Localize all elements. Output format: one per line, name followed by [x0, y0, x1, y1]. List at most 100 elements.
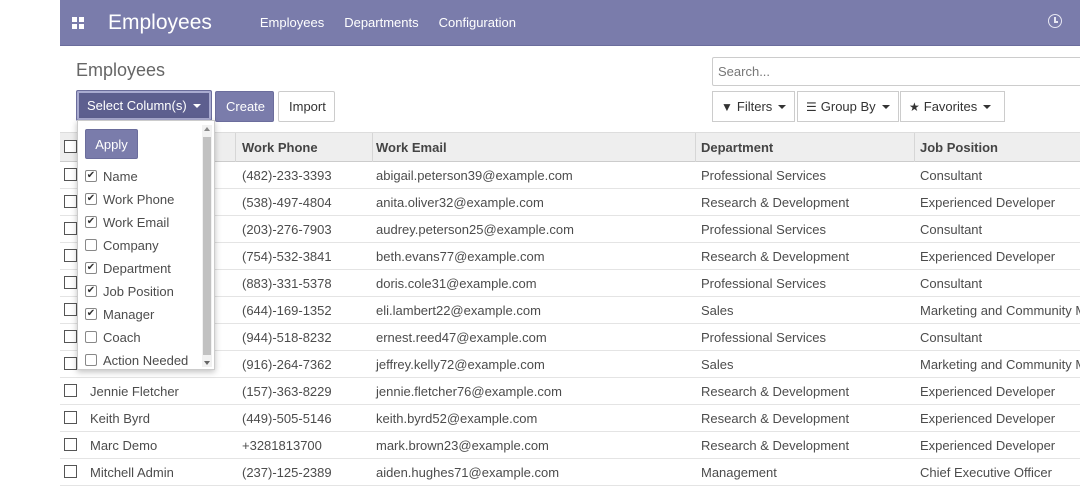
list-icon: ☰ — [806, 99, 817, 114]
checkbox-checked-icon[interactable]: ✔ — [85, 308, 97, 320]
header-job-position[interactable]: Job Position — [915, 133, 1080, 162]
cell-department: Research & Development — [701, 411, 850, 426]
cell-job-position: Experienced Developer — [920, 249, 1056, 264]
cell-work-email: aiden.hughes71@example.com — [376, 465, 560, 480]
search-input[interactable] — [712, 57, 1080, 86]
row-checkbox[interactable] — [64, 303, 77, 316]
cell-department: Professional Services — [701, 276, 826, 291]
row-checkbox[interactable] — [64, 357, 77, 370]
apps-menu-icon[interactable] — [60, 0, 96, 46]
cell-job-position: Experienced Developer — [920, 438, 1056, 453]
filters-button[interactable]: ▼ Filters — [712, 91, 795, 122]
row-checkbox[interactable] — [64, 222, 77, 235]
cell-job-position: Consultant — [920, 168, 983, 183]
header-work-email[interactable]: Work Email — [373, 133, 696, 162]
column-option[interactable]: ✔ Name — [85, 166, 138, 186]
select-all-checkbox[interactable] — [64, 140, 77, 153]
column-option[interactable]: ✔ Job Position — [85, 281, 174, 301]
row-checkbox[interactable] — [64, 465, 77, 478]
cell-work-email: keith.byrd52@example.com — [376, 411, 538, 426]
cell-work-email: eli.lambert22@example.com — [376, 303, 541, 318]
column-option[interactable]: ✔ Department — [85, 258, 171, 278]
row-checkbox[interactable] — [64, 411, 77, 424]
cell-name: Marc Demo — [90, 438, 158, 453]
table-row[interactable]: Keith Byrd (449)-505-5146 keith.byrd52@exa… — [60, 405, 1080, 432]
checkbox-checked-icon[interactable]: ✔ — [85, 170, 97, 182]
cell-work-phone: (538)-497-4804 — [242, 195, 332, 210]
cell-job-position: Marketing and Community M — [920, 303, 1080, 318]
row-checkbox[interactable] — [64, 384, 77, 397]
cell-work-email: ernest.reed47@example.com — [376, 330, 547, 345]
caret-down-icon — [778, 104, 787, 109]
checkbox-checked-icon[interactable]: ✔ — [85, 285, 97, 297]
row-checkbox[interactable] — [64, 438, 77, 451]
table-row[interactable]: Marc Demo +3281813700 mark.brown23@example… — [60, 432, 1080, 459]
column-option-label: Action Needed — [103, 352, 189, 368]
column-option[interactable]: Action Needed — [85, 350, 188, 370]
cell-work-email: audrey.peterson25@example.com — [376, 222, 574, 237]
select-columns-button[interactable]: Select Column(s) — [76, 90, 212, 121]
checkbox-unchecked-icon[interactable] — [85, 354, 97, 366]
cell-department: Research & Development — [701, 195, 850, 210]
select-columns-label: Select Column(s) — [87, 98, 187, 113]
cell-work-email: abigail.peterson39@example.com — [376, 168, 573, 183]
cell-name: Mitchell Admin — [90, 465, 174, 480]
column-option[interactable]: ✔ Manager — [85, 304, 154, 324]
menu-departments[interactable]: Departments — [344, 15, 418, 30]
column-option-label: Company — [103, 237, 159, 253]
cell-job-position: Experienced Developer — [920, 384, 1056, 399]
cell-job-position: Consultant — [920, 330, 983, 345]
checkbox-checked-icon[interactable]: ✔ — [85, 193, 97, 205]
checkbox-unchecked-icon[interactable] — [85, 239, 97, 251]
dropdown-scrollbar[interactable] — [202, 125, 212, 367]
cell-department: Professional Services — [701, 168, 826, 183]
cell-work-phone: (237)-125-2389 — [242, 465, 332, 480]
column-option[interactable]: Coach — [85, 327, 141, 347]
import-button[interactable]: Import — [278, 91, 335, 122]
create-button[interactable]: Create — [215, 91, 274, 122]
cell-department: Sales — [701, 303, 734, 318]
favorites-button[interactable]: ★ Favorites — [900, 91, 1005, 122]
scroll-up-icon[interactable] — [204, 127, 210, 131]
group-by-button[interactable]: ☰ Group By — [797, 91, 899, 122]
cell-work-phone: +3281813700 — [242, 438, 322, 453]
cell-department: Management — [701, 465, 777, 480]
checkbox-checked-icon[interactable]: ✔ — [85, 216, 97, 228]
table-row[interactable]: Jennie Fletcher (157)-363-8229 jennie.flet… — [60, 378, 1080, 405]
row-checkbox[interactable] — [64, 249, 77, 262]
filters-label: Filters — [736, 99, 773, 114]
checkbox-checked-icon[interactable]: ✔ — [85, 262, 97, 274]
header-work-phone[interactable]: Work Phone — [236, 133, 373, 162]
column-option-label: Work Email — [103, 214, 170, 230]
cell-work-phone: (482)-233-3393 — [242, 168, 332, 183]
cell-job-position: Chief Executive Officer — [920, 465, 1052, 480]
cell-work-phone: (944)-518-8232 — [242, 330, 332, 345]
row-checkbox[interactable] — [64, 195, 77, 208]
columns-dropdown: Apply ✔ Name ✔ Work Phone ✔ Work Email Company… — [77, 120, 215, 370]
scroll-thumb[interactable] — [203, 137, 211, 355]
row-checkbox[interactable] — [64, 330, 77, 343]
column-option[interactable]: ✔ Work Phone — [85, 189, 174, 209]
cell-job-position: Marketing and Community M — [920, 357, 1080, 372]
menu-configuration[interactable]: Configuration — [439, 15, 516, 30]
header-department[interactable]: Department — [696, 133, 915, 162]
row-checkbox[interactable] — [64, 276, 77, 289]
apply-button[interactable]: Apply — [85, 129, 138, 159]
scroll-down-icon[interactable] — [204, 361, 210, 365]
cell-work-email: mark.brown23@example.com — [376, 438, 549, 453]
cell-work-phone: (883)-331-5378 — [242, 276, 332, 291]
clock-icon[interactable] — [1048, 14, 1062, 28]
menu-employees[interactable]: Employees — [260, 15, 324, 30]
cell-department: Professional Services — [701, 330, 826, 345]
column-option[interactable]: ✔ Work Email — [85, 212, 169, 232]
table-row[interactable]: Mitchell Admin (237)-125-2389 aiden.hughes… — [60, 459, 1080, 486]
cell-work-phone: (754)-532-3841 — [242, 249, 332, 264]
column-option-label: Manager — [103, 306, 155, 322]
cell-name: Jennie Fletcher — [90, 384, 179, 399]
row-checkbox[interactable] — [64, 168, 77, 181]
app-brand[interactable]: Employees — [108, 11, 212, 35]
app-root: Employees Employees Departments Configur… — [60, 0, 1080, 488]
column-option[interactable]: Company — [85, 235, 159, 255]
cell-department: Research & Development — [701, 249, 850, 264]
checkbox-unchecked-icon[interactable] — [85, 331, 97, 343]
